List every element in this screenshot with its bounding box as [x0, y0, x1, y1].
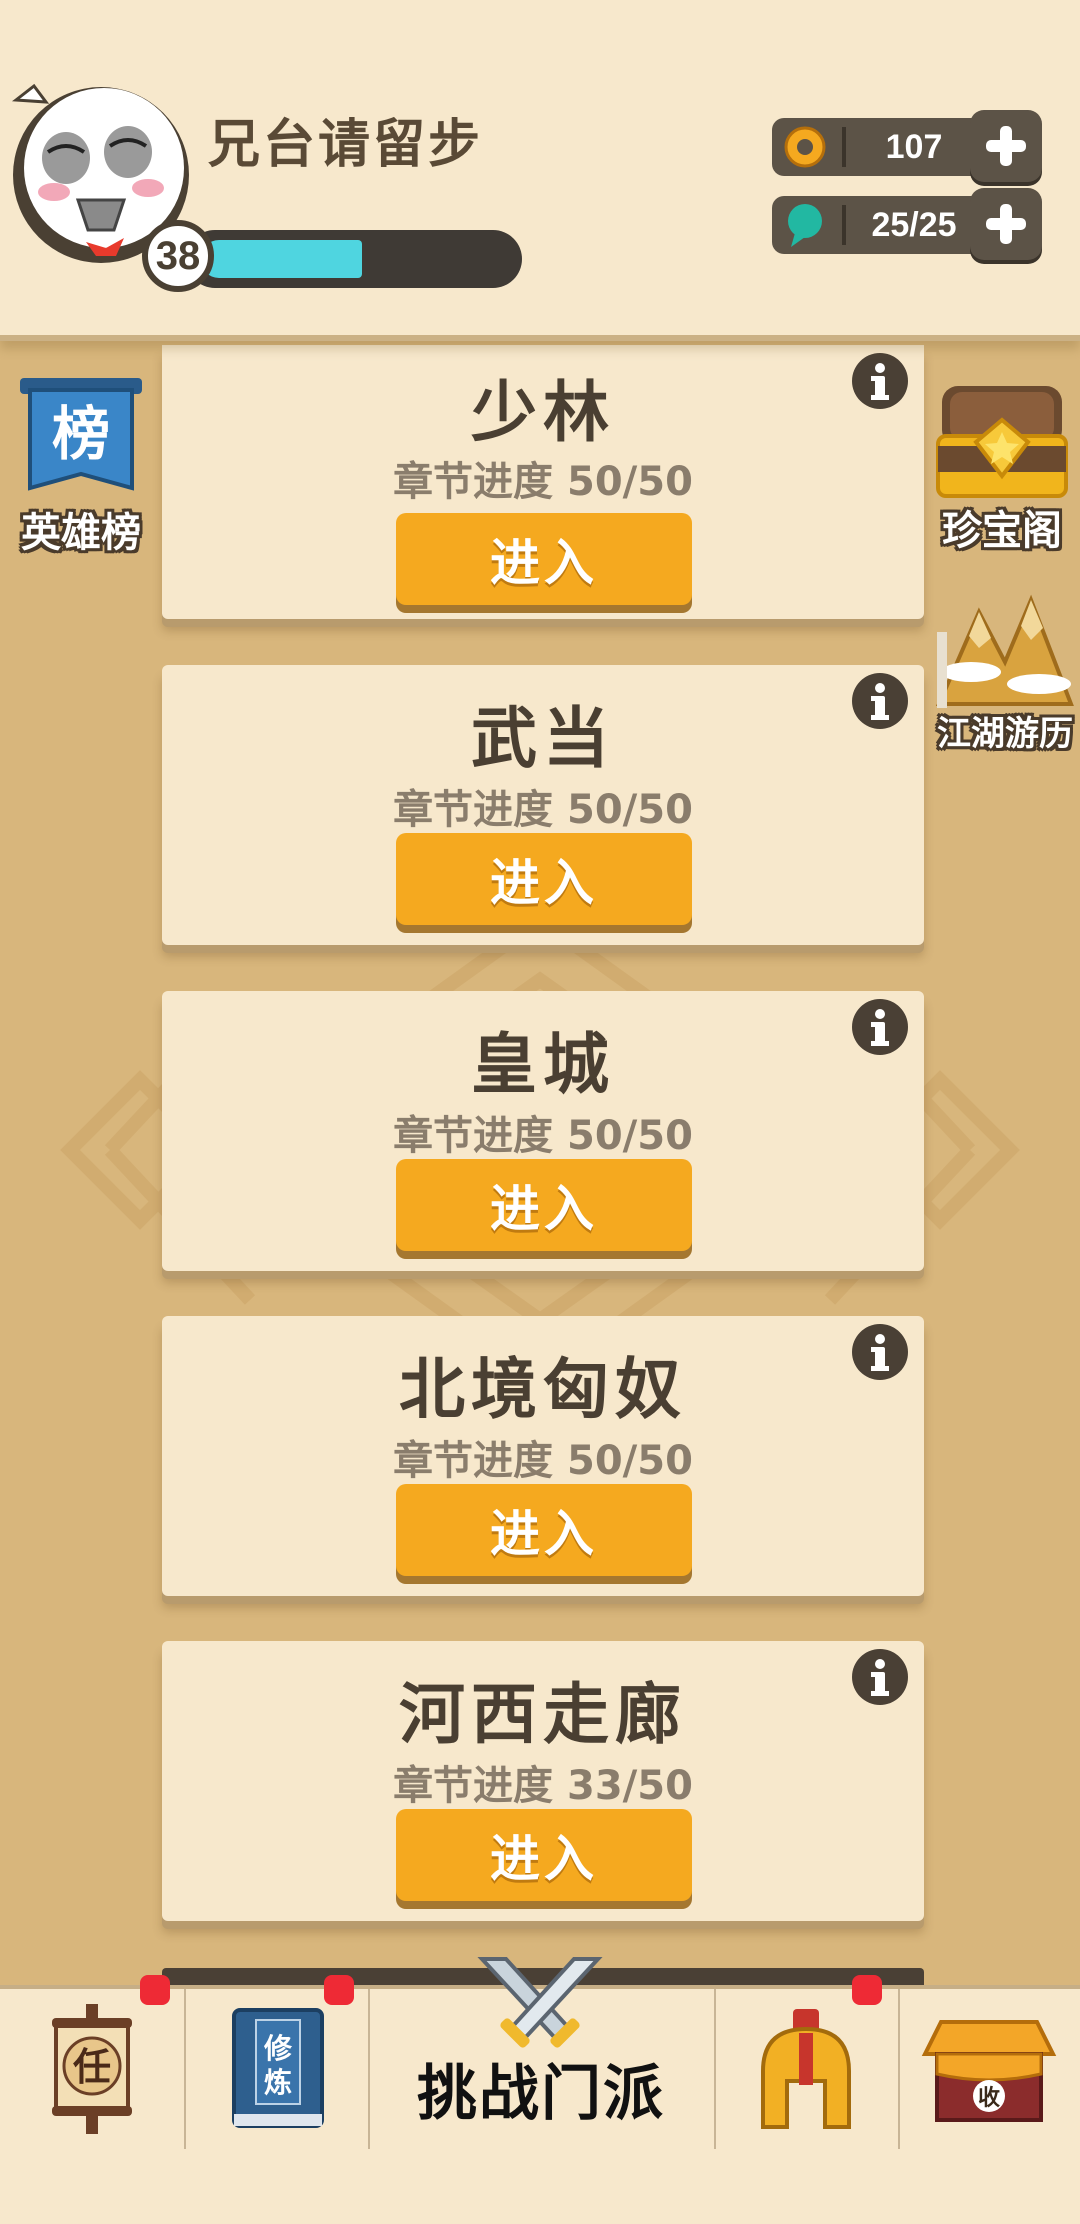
nav-item-cultivate[interactable]: 修 炼: [184, 1975, 370, 2149]
coin-icon: [778, 120, 832, 174]
sect-name: 北境匈奴: [399, 1351, 687, 1428]
sect-progress: 章节进度 33/50: [393, 1763, 693, 1809]
sect-name: 河西走廊: [399, 1676, 687, 1753]
enter-button[interactable]: 进入: [396, 1809, 692, 1901]
player-name: 兄台请留步: [208, 115, 484, 175]
sect-progress: 章节进度 50/50: [393, 1113, 693, 1159]
cultivate-glyph-2: 炼: [264, 2066, 292, 2099]
sect-progress: 章节进度 50/50: [393, 787, 693, 833]
sect-card: 河西走廊 章节进度 33/50 进入: [162, 1641, 924, 1921]
sect-name: 少林: [471, 374, 615, 451]
treasure-pavilion-label: 珍宝阁: [942, 508, 1062, 554]
leaderboard-label: 英雄榜: [21, 510, 141, 556]
enter-button[interactable]: 进入: [396, 1484, 692, 1576]
sect-progress: 章节进度 50/50: [393, 459, 693, 505]
info-icon[interactable]: [852, 1649, 908, 1705]
treasure-chest-icon: [936, 386, 1068, 498]
coin-amount: 107: [885, 127, 943, 166]
energy-amount: 25/25: [871, 205, 957, 244]
plus-icon: [986, 204, 1026, 244]
enter-button[interactable]: 进入: [396, 513, 692, 605]
sect-card: 武当 章节进度 50/50 进入: [162, 665, 924, 945]
nav-item-shop[interactable]: 收: [898, 1989, 1080, 2149]
task-icon-glyph: 任: [73, 2045, 111, 2089]
energy-counter: 25/25: [772, 188, 1042, 260]
task-scroll-icon: 任: [52, 2004, 132, 2134]
shop-icon-glyph: 收: [978, 2085, 1000, 2111]
helmet-icon: [761, 2009, 851, 2129]
enter-button[interactable]: 进入: [396, 1159, 692, 1251]
nav-item-equipment[interactable]: [714, 1975, 900, 2149]
sect-card: 北境匈奴 章节进度 50/50 进入: [162, 1316, 924, 1596]
challenge-sect-label: 挑战门派: [417, 2059, 665, 2129]
bottom-navigation: 任 修 炼 挑战门派 收: [0, 1957, 1080, 2224]
experience-bar-fill: [200, 240, 362, 278]
info-icon[interactable]: [852, 353, 908, 409]
sect-progress: 章节进度 50/50: [393, 1438, 693, 1484]
info-icon[interactable]: [852, 673, 908, 729]
sect-card: 少林 章节进度 50/50 进入: [162, 345, 924, 619]
top-header: 38 兄台请留步 107 25/25: [0, 0, 1080, 341]
add-energy-button[interactable]: [970, 188, 1042, 260]
plus-icon: [986, 126, 1026, 166]
treasure-pavilion-button[interactable]: 珍宝阁: [924, 380, 1080, 556]
coin-counter: 107: [772, 110, 1042, 182]
notification-dot: [852, 1975, 882, 2005]
info-icon[interactable]: [852, 999, 908, 1055]
experience-bar: [186, 230, 522, 288]
nav-item-challenge-sect[interactable]: 挑战门派: [368, 1957, 716, 2149]
mountain-scroll-icon: [935, 594, 1074, 708]
cultivate-glyph-1: 修: [263, 2032, 293, 2065]
level-badge: 38: [142, 220, 214, 292]
leaderboard-banner-icon: 榜: [20, 378, 142, 491]
notification-dot: [140, 1975, 170, 2005]
add-coins-button[interactable]: [970, 110, 1042, 182]
energy-drop-icon: [778, 198, 832, 252]
jianghu-travel-button[interactable]: 江湖游历: [930, 592, 1080, 755]
notification-dot: [324, 1975, 354, 2005]
leaderboard-button[interactable]: 榜 英雄榜: [6, 378, 156, 558]
nav-item-tasks[interactable]: 任: [0, 1975, 186, 2149]
sect-name: 武当: [471, 700, 615, 777]
sect-card: 皇城 章节进度 50/50 进入: [162, 991, 924, 1271]
shop-building-icon: 收: [921, 2020, 1057, 2122]
sect-name: 皇城: [471, 1026, 615, 1103]
info-icon[interactable]: [852, 1324, 908, 1380]
jianghu-travel-label: 江湖游历: [937, 714, 1073, 754]
enter-button[interactable]: 进入: [396, 833, 692, 925]
cultivate-book-icon: 修 炼: [232, 2008, 324, 2128]
leaderboard-icon-glyph: 榜: [52, 400, 110, 468]
